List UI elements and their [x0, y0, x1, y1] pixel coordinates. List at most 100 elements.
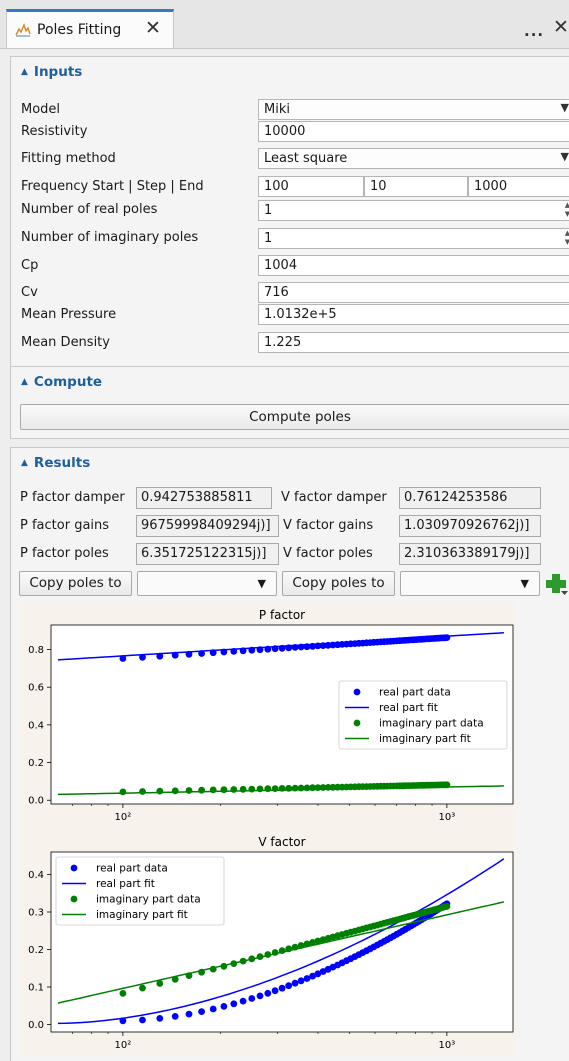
frequency-start-field[interactable]: 100: [258, 176, 364, 197]
legend-label: imaginary part fit: [379, 733, 471, 745]
v-gains-label: V factor gains: [283, 518, 374, 533]
p-gains-field[interactable]: 96759998409294j)]: [136, 515, 279, 537]
data-point: [139, 984, 146, 992]
resistivity-field[interactable]: 10000: [258, 121, 569, 142]
y-tick-label: 0.0: [28, 796, 44, 807]
model-label: Model: [21, 102, 61, 117]
data-point: [209, 786, 217, 794]
compute-header[interactable]: ▲ Compute: [21, 374, 102, 390]
stepper-arrows-icon[interactable]: ▲ ▼: [562, 229, 569, 248]
data-point: [443, 903, 451, 910]
frequency-step-field[interactable]: 10: [364, 176, 468, 197]
cp-field[interactable]: 1004: [258, 255, 569, 276]
collapse-icon: ▲: [21, 67, 28, 77]
legend-label: imaginary part data: [96, 894, 201, 906]
v-poles-field[interactable]: 2.310363389179j)]: [399, 543, 541, 565]
p-poles-label: P factor poles: [20, 546, 109, 561]
real-poles-label: Number of real poles: [21, 202, 158, 217]
data-point: [239, 997, 247, 1005]
data-point: [278, 984, 286, 992]
collapse-icon: ▲: [21, 458, 28, 468]
fitting-method-select[interactable]: Least square ▼: [258, 148, 569, 169]
data-point: [139, 788, 146, 795]
legend-marker: [353, 719, 361, 727]
chevron-down-icon: ▼: [520, 577, 529, 590]
imag-poles-stepper[interactable]: 1 ▲ ▼: [258, 228, 569, 249]
legend-marker: [353, 688, 361, 696]
legend-label: imaginary part fit: [96, 909, 188, 921]
y-tick-label: 0.2: [28, 945, 44, 956]
data-point: [256, 992, 264, 1000]
p-poles-target-select[interactable]: ▼: [137, 571, 277, 596]
tab-close-icon[interactable]: ✕: [145, 17, 161, 39]
mean-pressure-label: Mean Pressure: [21, 307, 117, 322]
data-point: [230, 786, 238, 793]
chevron-down-icon: ▼: [560, 101, 569, 114]
legend-label: real part fit: [96, 878, 155, 890]
mean-density-label: Mean Density: [21, 335, 110, 350]
data-point: [248, 995, 256, 1002]
p-damper-field[interactable]: 0.942753885811: [136, 487, 272, 509]
p-poles-field[interactable]: 6.351725122315j)]: [136, 543, 279, 565]
data-point: [171, 787, 179, 795]
legend-label: imaginary part data: [379, 718, 484, 730]
x-tick-label: 10²: [115, 812, 132, 823]
data-point: [156, 1015, 164, 1022]
y-tick-label: 0.6: [28, 683, 44, 694]
resistivity-label: Resistivity: [21, 124, 88, 139]
chart-icon: [15, 23, 31, 37]
add-icon[interactable]: [543, 571, 569, 596]
legend-label: real part data: [96, 863, 168, 875]
v-gains-field[interactable]: 1.030970926762j)]: [399, 515, 541, 537]
plots-canvas[interactable]: P factor 0.0 0.2 0.4 0.6 0.8 10² 10³ real part d…: [20, 601, 516, 1056]
imag-poles-label: Number of imaginary poles: [21, 230, 199, 245]
inputs-header[interactable]: ▲ Inputs: [21, 64, 82, 80]
chart-title: P factor: [259, 608, 305, 622]
x-tick-label: 10³: [438, 812, 455, 823]
inputs-panel: ▲ Inputs Model Miki ▼ Resistivity 10000 Fi…: [10, 56, 569, 367]
data-point: [156, 787, 164, 795]
data-point: [119, 788, 127, 796]
model-select[interactable]: Miki ▼: [258, 99, 569, 120]
legend-marker: [70, 864, 78, 872]
tab-bar: Poles Fitting ✕ ... ✕: [0, 0, 569, 49]
mean-pressure-field[interactable]: 1.0132e+5: [258, 304, 569, 325]
plots-svg: P factor 0.0 0.2 0.4 0.6 0.8 10² 10³ real part d…: [28, 608, 514, 1051]
data-point: [198, 1008, 206, 1015]
v-damper-field[interactable]: 0.76124253586: [399, 487, 541, 509]
copy-v-poles-button[interactable]: Copy poles to: [282, 571, 395, 596]
frequency-label: Frequency Start | Step | End: [21, 179, 204, 194]
copy-p-poles-button[interactable]: Copy poles to: [19, 571, 132, 596]
y-tick-label: 0.3: [28, 908, 44, 919]
real-poles-stepper[interactable]: 1 ▲ ▼: [258, 200, 569, 221]
data-point: [285, 982, 293, 990]
data-point: [185, 787, 193, 794]
tab-poles-fitting[interactable]: Poles Fitting ✕: [6, 9, 174, 48]
collapse-icon: ▲: [21, 377, 28, 387]
chart-title: V factor: [258, 835, 305, 849]
compute-poles-button[interactable]: Compute poles: [20, 404, 569, 430]
data-point: [139, 1016, 146, 1024]
y-tick-label: 0.4: [28, 720, 44, 731]
compute-panel: ▲ Compute Compute poles: [10, 366, 569, 439]
legend-label: real part fit: [379, 702, 438, 714]
cv-field[interactable]: 716: [258, 282, 569, 303]
tab-title: Poles Fitting: [37, 22, 122, 38]
results-header[interactable]: ▲ Results: [21, 455, 90, 471]
data-point: [220, 786, 228, 794]
v-poles-target-select[interactable]: ▼: [400, 571, 540, 596]
cv-label: Cv: [21, 285, 38, 300]
more-options-icon[interactable]: ...: [524, 22, 544, 40]
chevron-down-icon: ▼: [560, 150, 569, 163]
frequency-end-field[interactable]: 1000: [468, 176, 569, 197]
x-tick-label: 10²: [115, 1040, 132, 1051]
close-icon[interactable]: ✕: [553, 16, 569, 38]
x-tick-label: 10³: [438, 1040, 455, 1051]
mean-density-field[interactable]: 1.225: [258, 332, 569, 353]
y-tick-label: 0.0: [28, 1020, 44, 1031]
data-point: [119, 990, 127, 997]
stepper-arrows-icon[interactable]: ▲ ▼: [562, 201, 569, 220]
data-point: [220, 1003, 228, 1010]
legend-marker: [70, 895, 78, 903]
data-point: [271, 987, 279, 995]
